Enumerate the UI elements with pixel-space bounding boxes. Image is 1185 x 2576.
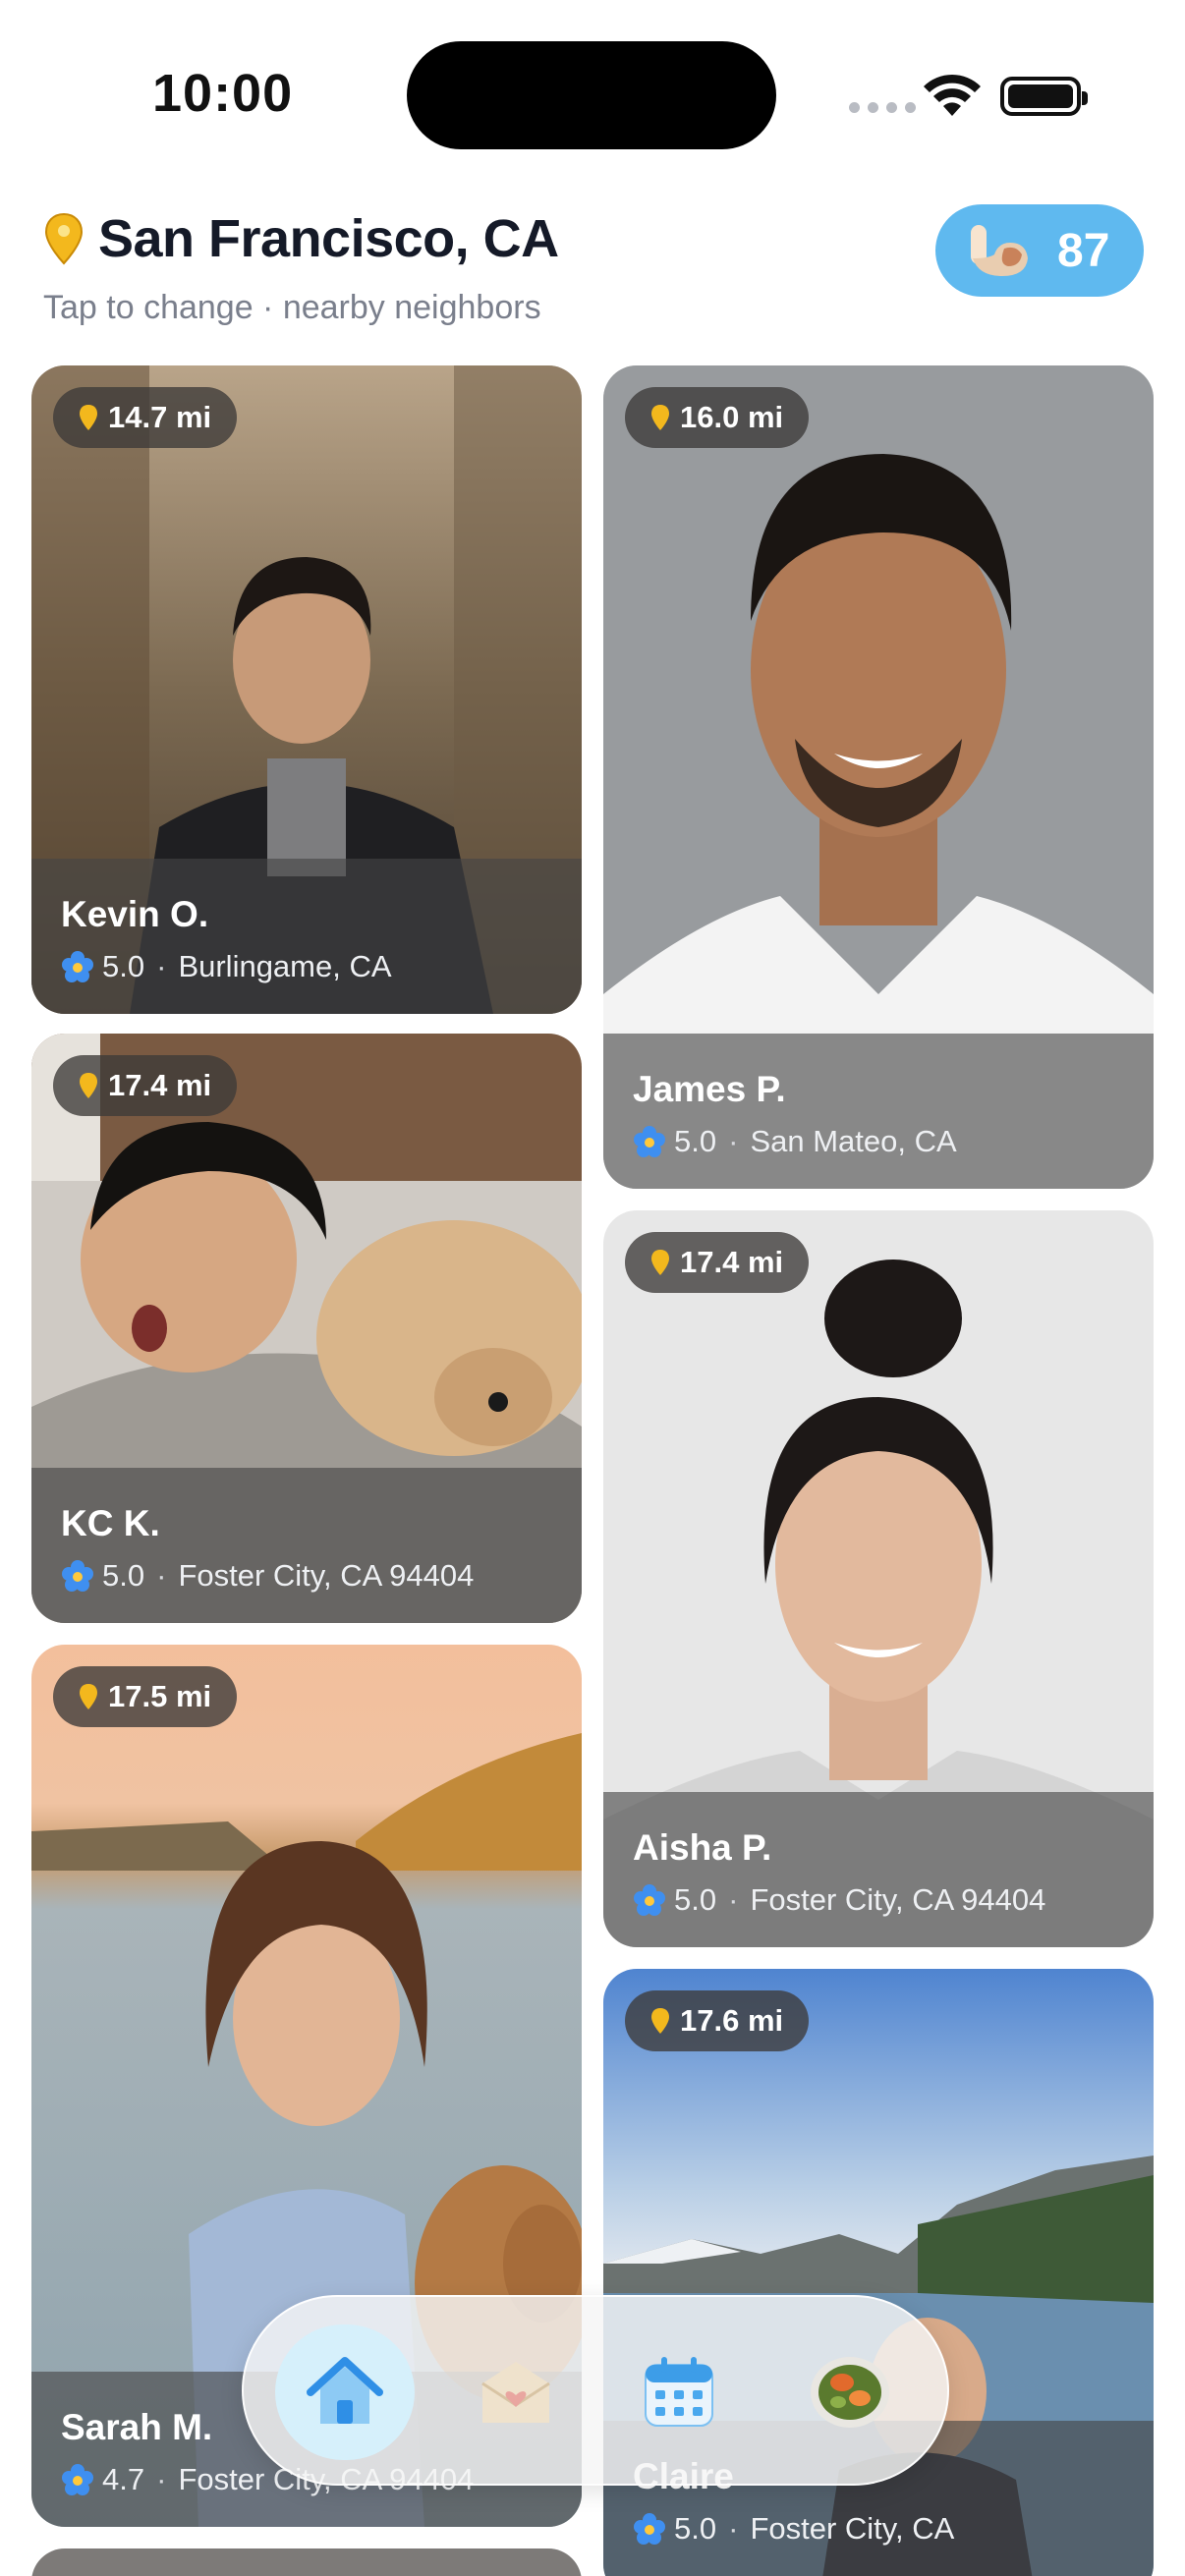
location-pin-icon (80, 1684, 97, 1709)
food-bowl-icon (811, 2357, 889, 2428)
tab-messages[interactable] (446, 2324, 586, 2460)
neighbor-name: Aisha P. (633, 1827, 772, 1868)
cellular-signal-icon (849, 102, 916, 113)
neighbor-card[interactable]: 14.7 mi Kevin O. 5.0 · Burlingame, CA (31, 365, 582, 1014)
neighbor-meta: 5.0 · Foster City, CA 94404 (61, 1558, 552, 1594)
location-selector[interactable]: San Francisco, CA (43, 208, 559, 269)
flower-rating-icon (634, 1884, 665, 1916)
neighbor-location: Foster City, CA (750, 2511, 955, 2546)
location-pin-icon (44, 212, 84, 265)
rating-value: 5.0 (674, 2511, 717, 2546)
distance-value: 17.4 mi (108, 1068, 212, 1102)
card-caption: Aisha P. 5.0 · Foster City, CA 94404 (603, 1792, 1154, 1947)
tab-calendar[interactable] (609, 2324, 749, 2460)
rating-value: 5.0 (674, 1124, 717, 1158)
distance-value: 17.6 mi (680, 2003, 784, 2038)
separator: · (156, 2462, 167, 2496)
location-pin-icon (651, 1250, 669, 1275)
location-pin-icon (80, 1073, 97, 1098)
neighbor-card[interactable]: 17.4 mi Aisha P. 5.0 · Foster City, CA 9… (603, 1210, 1154, 1947)
points-badge[interactable]: 87 (935, 204, 1144, 297)
neighbor-location: Burlingame, CA (178, 949, 392, 983)
flower-rating-icon (62, 1560, 93, 1592)
dynamic-island (407, 41, 776, 149)
home-icon (307, 2357, 383, 2424)
neighbor-card[interactable]: 17.4 mi KC K. 5.0 · Foster City, CA 9440… (31, 1034, 582, 1623)
flower-rating-icon (634, 1126, 665, 1157)
location-pin-icon (80, 405, 97, 430)
neighbor-meta: 5.0 · Burlingame, CA (61, 949, 552, 984)
wifi-icon (924, 74, 981, 116)
location-title: San Francisco, CA (98, 209, 559, 268)
card-caption: James P. 5.0 · San Mateo, CA (603, 1034, 1154, 1189)
neighbor-meta: 5.0 · Foster City, CA 94404 (633, 1882, 1124, 1918)
distance-value: 17.4 mi (680, 1245, 784, 1279)
location-pin-icon (651, 2008, 669, 2034)
card-caption: KC K. 5.0 · Foster City, CA 94404 (31, 1468, 582, 1623)
separator: · (156, 949, 167, 983)
envelope-heart-icon (481, 2362, 550, 2423)
flower-rating-icon (634, 2513, 665, 2545)
neighbor-location: Foster City, CA 94404 (750, 1882, 1046, 1917)
separator: · (728, 2511, 739, 2546)
neighbor-name: Kevin O. (61, 894, 209, 934)
flower-rating-icon (62, 2464, 93, 2495)
neighbor-meta: 5.0 · Foster City, CA (633, 2511, 1124, 2547)
screen: 10:00 San Francisco, CA Tap to change · … (0, 0, 1185, 2576)
distance-badge: 17.5 mi (53, 1666, 238, 1727)
flower-rating-icon (62, 951, 93, 982)
distance-badge: 17.4 mi (53, 1055, 238, 1116)
neighbor-card[interactable]: 16.0 mi James P. 5.0 · San Mateo, CA (603, 365, 1154, 1189)
distance-badge: 16.0 mi (625, 387, 810, 448)
distance-badge: 14.7 mi (53, 387, 238, 448)
separator: · (728, 1882, 739, 1917)
status-time: 10:00 (152, 64, 294, 123)
neighbor-location: Foster City, CA 94404 (178, 1558, 475, 1593)
neighbor-name: James P. (633, 1069, 786, 1109)
location-subtitle[interactable]: Tap to change · nearby neighbors (43, 289, 541, 327)
separator: · (156, 1558, 167, 1593)
tab-bar (242, 2295, 949, 2486)
rating-value: 5.0 (102, 949, 145, 983)
neighbor-location: San Mateo, CA (750, 1124, 957, 1158)
separator: · (728, 1124, 739, 1158)
distance-value: 16.0 mi (680, 400, 784, 434)
battery-icon (1000, 77, 1088, 116)
flexed-bicep-icon (971, 225, 1028, 276)
rating-value: 5.0 (674, 1882, 717, 1917)
neighbor-meta: 5.0 · San Mateo, CA (633, 1124, 1124, 1159)
calendar-icon (645, 2357, 713, 2427)
tab-home[interactable] (275, 2324, 415, 2460)
distance-badge: 17.6 mi (625, 1990, 810, 2051)
neighbor-card[interactable] (31, 2548, 582, 2576)
distance-badge: 17.4 mi (625, 1232, 810, 1293)
rating-value: 5.0 (102, 1558, 145, 1593)
distance-value: 17.5 mi (108, 1679, 212, 1713)
points-count: 87 (1057, 224, 1110, 277)
tab-meals[interactable] (780, 2324, 920, 2460)
location-pin-icon (651, 405, 669, 430)
rating-value: 4.7 (102, 2462, 145, 2496)
neighbor-name: KC K. (61, 1503, 160, 1543)
distance-value: 14.7 mi (108, 400, 212, 434)
card-caption: Kevin O. 5.0 · Burlingame, CA (31, 859, 582, 1014)
